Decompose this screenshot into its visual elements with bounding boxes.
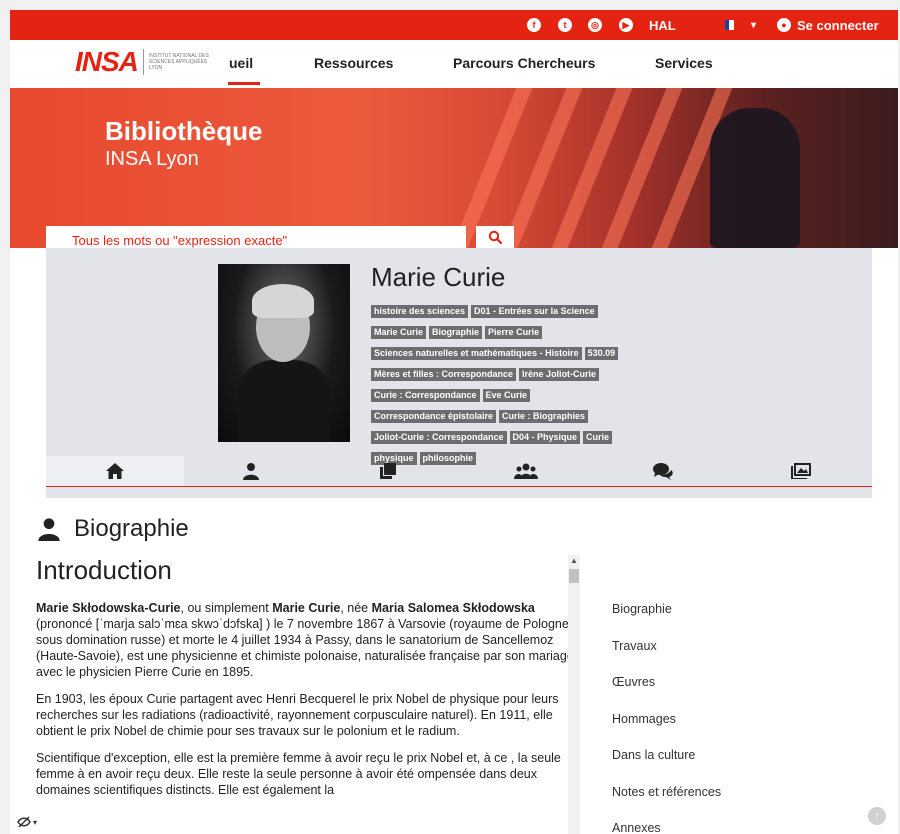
nav-services[interactable]: Services (655, 55, 713, 71)
scroll-up-icon[interactable]: ▲ (568, 555, 580, 567)
youtube-icon[interactable]: ▶ (619, 18, 633, 32)
tag[interactable]: D01 - Entrées sur la Science (471, 305, 598, 318)
portrait-dress (238, 360, 330, 442)
comments-icon (653, 463, 673, 480)
toc-item[interactable]: Hommages (612, 712, 721, 749)
search-button[interactable] (476, 226, 514, 248)
toc-item[interactable]: Biographie (612, 602, 721, 639)
toc-item[interactable]: Travaux (612, 639, 721, 676)
scroll-thumb[interactable] (569, 569, 579, 583)
tag[interactable]: Pierre Curie (485, 326, 543, 339)
login-link[interactable]: Se connecter (797, 10, 879, 40)
nav-accueil[interactable]: ueil (229, 55, 253, 71)
logo-subtext: INSTITUT NATIONAL DES SCIENCES APPLIQUÉE… (148, 53, 209, 71)
bold-name: Marie Skłodowska-Curie (36, 601, 181, 615)
facebook-icon[interactable]: f (527, 18, 541, 32)
bold-name: Marie Curie (272, 601, 341, 615)
chevron-down-icon: ▾ (32, 817, 37, 827)
search-input[interactable]: Tous les mots ou "expression exacte" (46, 226, 466, 248)
tag[interactable]: Correspondance épistolaire (371, 410, 497, 423)
portrait-hair (252, 284, 314, 318)
toc-item[interactable]: Dans la culture (612, 748, 721, 785)
bold-name: Maria Salomea Skłodowska (371, 601, 535, 615)
toc-item[interactable]: Annexes (612, 821, 721, 834)
hero-person-silhouette (710, 108, 800, 248)
twitter-icon[interactable]: t (558, 18, 572, 32)
hero-subtitle: INSA Lyon (105, 148, 199, 170)
accessibility-toggle[interactable]: ▾ (10, 810, 44, 834)
text-run: , née (340, 601, 372, 615)
user-icon (38, 518, 60, 541)
scroll-to-top-button[interactable]: ↑ (868, 807, 886, 825)
insa-logo[interactable]: INSA INSTITUT NATIONAL DES SCIENCES APPL… (75, 46, 209, 78)
author-portrait (218, 264, 350, 442)
tag[interactable]: Marie Curie (371, 326, 427, 339)
tab-images[interactable] (781, 456, 821, 486)
section-title: Biographie (74, 515, 189, 542)
nav-parcours-chercheurs[interactable]: Parcours Chercheurs (453, 55, 595, 71)
french-flag-icon[interactable] (725, 20, 738, 30)
language-caret-icon[interactable]: ▾ (751, 10, 756, 40)
text-run: (prononcé [ˈmarja salɔˈmɛa skwɔˈdɔfska] … (36, 617, 574, 679)
tag[interactable]: Biographie (429, 326, 483, 339)
clone-icon (380, 463, 396, 479)
tab-biography[interactable] (231, 456, 271, 486)
nav-ressources[interactable]: Ressources (314, 55, 393, 71)
section-heading: Biographie (36, 515, 189, 543)
tag[interactable]: Eve Curie (482, 389, 531, 402)
nav-active-indicator (228, 82, 260, 85)
top-bar: f t ◎ ▶ HAL ▾ ● Se connecter (10, 10, 898, 40)
search-icon (488, 230, 502, 244)
home-icon (106, 463, 124, 479)
stair-decoration (427, 88, 549, 248)
tag-list: histoire des sciences D01 - Entrées sur l… (371, 301, 691, 469)
tag[interactable]: 530.09 (584, 347, 619, 360)
content-scrollbar[interactable]: ▲ (568, 555, 580, 834)
paragraph: En 1903, les époux Curie partagent avec … (36, 692, 559, 738)
text-run: , ou simplement (180, 601, 273, 615)
toc-item[interactable]: Œuvres (612, 675, 721, 712)
table-of-contents: Biographie Travaux Œuvres Hommages Dans la c… (612, 602, 721, 834)
main-nav: INSA INSTITUT NATIONAL DES SCIENCES APPL… (10, 40, 898, 88)
intro-heading: Introduction (36, 555, 172, 585)
biography-text: Marie Skłodowska-Curie, ou simplement Ma… (36, 600, 576, 809)
eye-slash-icon (17, 816, 31, 828)
tag[interactable]: D04 - Physique (509, 431, 581, 444)
hal-link[interactable]: HAL (649, 10, 676, 40)
tag[interactable]: Curie : Biographies (499, 410, 589, 423)
tag[interactable]: histoire des sciences (371, 305, 469, 318)
hero-title: Bibliothèque (105, 116, 263, 146)
page: f t ◎ ▶ HAL ▾ ● Se connecter INSA INSTIT… (10, 10, 898, 834)
author-tabs (46, 456, 872, 487)
images-icon (791, 463, 811, 479)
user-icon (243, 463, 259, 480)
hero-banner: Bibliothèque INSA Lyon (10, 88, 898, 248)
instagram-icon[interactable]: ◎ (588, 18, 602, 32)
users-icon (514, 463, 538, 479)
arrow-up-icon: ↑ (874, 810, 880, 822)
author-panel: Marie Curie histoire des sciences D01 - E… (46, 248, 872, 498)
tab-works[interactable] (368, 456, 408, 486)
author-name: Marie Curie (371, 262, 506, 292)
logo-text: INSA (75, 46, 139, 77)
tag[interactable]: Curie (583, 431, 613, 444)
logo-separator (142, 49, 144, 75)
tab-comments[interactable] (643, 456, 683, 486)
tab-people[interactable] (506, 456, 546, 486)
user-icon[interactable]: ● (777, 18, 791, 32)
tag[interactable]: Curie : Correspondance (371, 389, 480, 402)
tab-home[interactable] (46, 456, 184, 486)
toc-item[interactable]: Notes et références (612, 785, 721, 822)
paragraph: Scientifique d'exception, elle est la pr… (36, 751, 561, 797)
tag[interactable]: Sciences naturelles et mathématiques - H… (371, 347, 582, 360)
tag[interactable]: Irène Joliot-Curie (519, 368, 600, 381)
paragraph: Marie Skłodowska-Curie, ou simplement Ma… (36, 600, 576, 680)
tag[interactable]: Mères et filles : Correspondance (371, 368, 517, 381)
tag[interactable]: Joliot-Curie : Correspondance (371, 431, 507, 444)
